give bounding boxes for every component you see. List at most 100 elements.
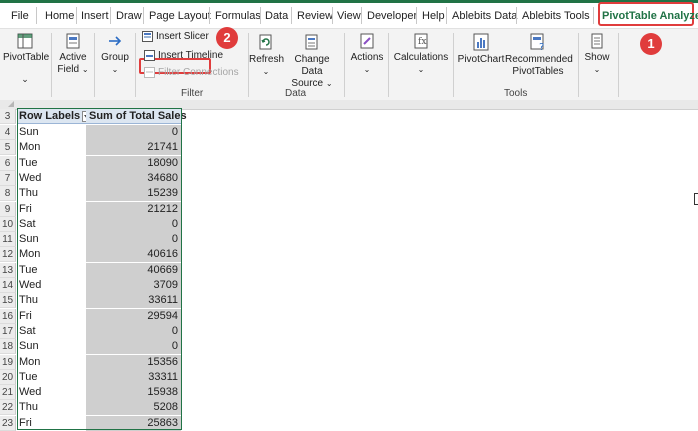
day-cell[interactable]: Mon <box>17 247 86 263</box>
day-cell[interactable]: Mon <box>17 354 86 370</box>
sales-cell[interactable]: 0 <box>86 339 181 355</box>
ribbon-tab-bar: File Home Insert Draw Page Layout Formul… <box>0 0 698 28</box>
day-cell[interactable]: Tue <box>17 369 86 385</box>
row-number[interactable]: 19 <box>0 354 16 370</box>
tab-developer[interactable]: Developer <box>367 8 417 24</box>
sales-cell[interactable]: 0 <box>86 216 181 232</box>
row-number[interactable]: 6 <box>0 155 16 171</box>
row-number[interactable]: 8 <box>0 186 16 202</box>
sales-cell[interactable]: 0 <box>86 323 181 339</box>
row-number[interactable]: 14 <box>0 278 16 293</box>
actions-label: Actions <box>350 52 384 63</box>
pivottable-dropdown[interactable]: ⌄ <box>3 73 47 85</box>
refresh-button[interactable]: Refresh ⌄ <box>249 32 284 78</box>
sales-cell[interactable]: 34680 <box>86 170 181 186</box>
tab-home[interactable]: Home <box>45 8 74 24</box>
tab-ablebits-data[interactable]: Ablebits Data <box>452 8 517 24</box>
tab-insert[interactable]: Insert <box>81 8 109 24</box>
sum-total-sales-header[interactable]: Sum of Total Sales <box>86 109 187 124</box>
sales-cell[interactable]: 25863 <box>86 415 181 431</box>
tab-formulas[interactable]: Formulas <box>215 8 261 24</box>
tab-data[interactable]: Data <box>265 8 288 24</box>
row-number[interactable]: 20 <box>0 369 16 385</box>
row-number[interactable]: 15 <box>0 293 16 309</box>
day-cell[interactable]: Wed <box>17 385 86 401</box>
day-cell[interactable]: Sat <box>17 216 86 232</box>
change-data-source-button[interactable]: Change Data Source ⌄ <box>284 32 340 90</box>
sales-cell[interactable]: 3709 <box>86 278 181 293</box>
active-field-button[interactable]: Active Field ⌄ <box>54 32 92 76</box>
row-number[interactable]: 21 <box>0 385 16 401</box>
sales-cell[interactable]: 21741 <box>86 140 181 156</box>
filter-connections-button[interactable]: Filter Connections <box>144 66 239 80</box>
sales-cell[interactable]: 0 <box>86 125 181 140</box>
sales-cell[interactable]: 29594 <box>86 308 181 324</box>
select-all-corner[interactable] <box>8 101 14 107</box>
row-number[interactable]: 23 <box>0 415 16 431</box>
day-cell[interactable]: Fri <box>17 201 86 217</box>
row-number[interactable]: 12 <box>0 247 16 263</box>
row-number[interactable]: 7 <box>0 170 16 186</box>
tab-view[interactable]: View <box>337 8 361 24</box>
sales-cell[interactable]: 21212 <box>86 201 181 217</box>
pivotchart-label: PivotChart <box>457 54 505 65</box>
tab-file[interactable]: File <box>11 8 29 24</box>
sales-cell[interactable]: 15356 <box>86 354 181 370</box>
tab-pivottable-analyze[interactable]: PivotTable Analyze <box>602 8 698 24</box>
recommended-pivottables-button[interactable]: ? Recommended PivotTables <box>505 32 573 78</box>
table-row: 13 Tue 40669 <box>0 262 698 278</box>
insert-timeline-label: Insert Timeline <box>158 50 224 61</box>
table-row: 11 Sun 0 <box>0 232 698 248</box>
day-cell[interactable]: Thu <box>17 186 86 202</box>
sales-cell[interactable]: 0 <box>86 232 181 248</box>
day-cell[interactable]: Wed <box>17 278 86 293</box>
sales-cell[interactable]: 33311 <box>86 369 181 385</box>
tab-help[interactable]: Help <box>422 8 445 24</box>
day-cell[interactable]: Wed <box>17 170 86 186</box>
insert-slicer-button[interactable]: Insert Slicer <box>142 30 209 44</box>
table-row: 7 Wed 34680 <box>0 170 698 186</box>
tab-draw[interactable]: Draw <box>116 8 142 24</box>
row-number[interactable]: 10 <box>0 216 16 232</box>
day-cell[interactable]: Fri <box>17 308 86 324</box>
row-number[interactable]: 17 <box>0 323 16 339</box>
row-number[interactable]: 18 <box>0 339 16 355</box>
sales-cell[interactable]: 40669 <box>86 262 181 278</box>
day-cell[interactable]: Thu <box>17 400 86 416</box>
row-number[interactable]: 3 <box>0 109 16 124</box>
sales-cell[interactable]: 15239 <box>86 186 181 202</box>
pivotchart-button[interactable]: PivotChart <box>457 32 505 66</box>
tab-ablebits-tools[interactable]: Ablebits Tools <box>522 8 590 24</box>
day-cell[interactable]: Sun <box>17 125 86 140</box>
day-cell[interactable]: Tue <box>17 262 86 278</box>
row-number[interactable]: 13 <box>0 262 16 278</box>
day-cell[interactable]: Mon <box>17 140 86 156</box>
row-labels-header[interactable]: Row Labels <box>17 109 94 124</box>
sales-cell[interactable]: 18090 <box>86 155 181 171</box>
actions-button[interactable]: Actions ⌄ <box>349 32 385 76</box>
pivottable-button[interactable]: PivotTable <box>3 32 49 64</box>
calculations-button[interactable]: fx Calculations ⌄ <box>393 32 449 76</box>
sales-cell[interactable]: 15938 <box>86 385 181 401</box>
sales-cell[interactable]: 40616 <box>86 247 181 263</box>
day-cell[interactable]: Sun <box>17 232 86 248</box>
row-number[interactable]: 22 <box>0 400 16 416</box>
row-number[interactable]: 4 <box>0 125 16 140</box>
row-number[interactable]: 11 <box>0 232 16 248</box>
sales-cell[interactable]: 33611 <box>86 293 181 309</box>
tab-page-layout[interactable]: Page Layout <box>149 8 211 24</box>
row-number[interactable]: 16 <box>0 308 16 324</box>
row-number[interactable]: 9 <box>0 201 16 217</box>
day-cell[interactable]: Tue <box>17 155 86 171</box>
worksheet-grid[interactable]: 3 Row Labels Sum of Total Sales 4 Sun 0 5 Mo… <box>0 100 698 431</box>
sales-cell[interactable]: 5208 <box>86 400 181 416</box>
day-cell[interactable]: Sun <box>17 339 86 355</box>
group-button[interactable]: Group ⌄ <box>98 32 132 76</box>
day-cell[interactable]: Thu <box>17 293 86 309</box>
day-cell[interactable]: Fri <box>17 415 86 431</box>
day-cell[interactable]: Sat <box>17 323 86 339</box>
insert-timeline-button[interactable]: Insert Timeline <box>144 49 223 63</box>
tab-review[interactable]: Review <box>297 8 333 24</box>
row-number[interactable]: 5 <box>0 140 16 156</box>
show-button[interactable]: Show ⌄ <box>582 32 612 76</box>
